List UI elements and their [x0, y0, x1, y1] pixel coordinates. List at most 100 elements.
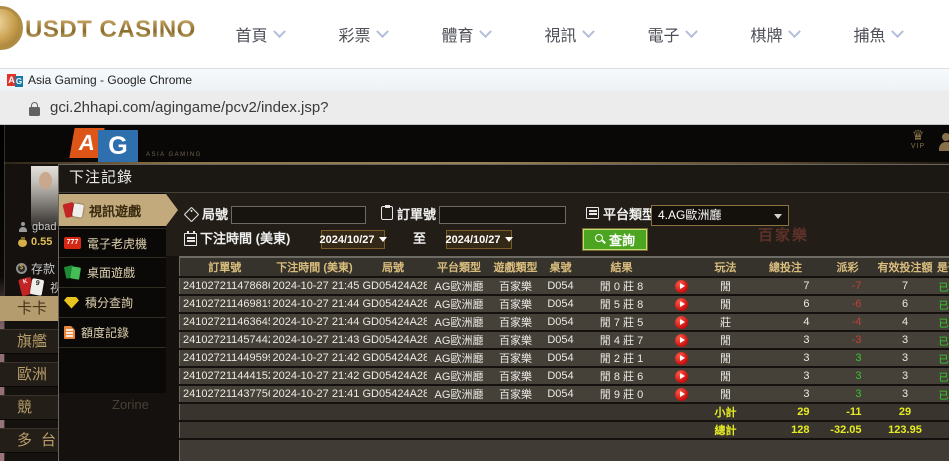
cell-empty — [270, 439, 360, 461]
cell-game-type: 百家樂 — [492, 367, 540, 385]
chevron-down-icon — [685, 25, 698, 38]
cell-result: 閒 4 莊 7 — [582, 331, 662, 349]
hall-item[interactable]: 歐洲 — [0, 362, 58, 387]
nav-item-label: 捕魚 — [853, 22, 885, 46]
hall-item[interactable]: 多台 — [0, 428, 58, 453]
cell-result: 閒 2 莊 1 — [582, 349, 662, 367]
nav-item-彩票[interactable]: 彩票 — [311, 0, 414, 68]
cell-bet-type: 莊 — [702, 313, 750, 331]
cell-empty — [582, 421, 662, 439]
replay-play-icon[interactable] — [675, 316, 688, 329]
coin-icon: $ — [16, 263, 27, 274]
menu-item-桌面遊戲[interactable]: 桌面遊戲 — [59, 258, 166, 288]
round-input[interactable] — [231, 206, 366, 224]
chevron-down-icon — [479, 25, 492, 38]
cell-status: 已派彩 — [937, 277, 949, 295]
cell-empty — [662, 421, 702, 439]
favicon-letter-g: G — [15, 76, 23, 87]
cell-empty — [937, 439, 949, 461]
cell-game-type: 百家樂 — [492, 385, 540, 403]
column-header: 玩法 — [702, 257, 750, 277]
cell-platform: AG歐洲廳 — [427, 295, 492, 313]
cell-empty — [180, 403, 270, 421]
column-header: 遊戲類型 — [492, 257, 540, 277]
date-from-picker[interactable]: 2024/10/27 — [321, 230, 385, 249]
cell-payout: -7 — [822, 277, 874, 295]
hall-item[interactable]: 競 — [0, 395, 58, 420]
menu-item-額度記錄[interactable]: 額度記錄 — [59, 318, 166, 348]
cell-empty — [822, 439, 874, 461]
replay-play-icon[interactable] — [675, 370, 688, 383]
cell-replay — [662, 313, 702, 331]
cell-round-no: GD05424A2802U — [360, 385, 427, 403]
nav-item-體育[interactable]: 體育 — [414, 0, 517, 68]
nav-item-label: 彩票 — [338, 22, 370, 46]
playing-cards-icon: K 9 — [20, 277, 46, 297]
table-row: 2410272114636452024-10-27 21:44:19GD0542… — [180, 313, 949, 331]
platform-selected-value: 4.AG歐洲廳 — [658, 208, 721, 222]
hall-item[interactable]: 卡卡 — [0, 296, 58, 321]
menu-item-電子老虎機[interactable]: 777電子老虎機 — [59, 228, 166, 258]
username: gbad — [32, 221, 56, 233]
cell-payout: -3 — [822, 331, 874, 349]
cell-summary-label: 小計 — [702, 403, 750, 421]
hall-item[interactable]: 旗艦 — [0, 329, 58, 354]
chrome-urlbar[interactable]: gci.2hhapi.com/agingame/pcv2/index.jsp? — [0, 91, 949, 125]
nav-item-視訊[interactable]: 視訊 — [517, 0, 620, 68]
cell-valid-bet: 3 — [874, 331, 937, 349]
platform-select[interactable]: 4.AG歐洲廳 — [651, 205, 789, 226]
ag-header: A G ASIA GAMING ♛ VIP — [0, 125, 949, 162]
cell-empty — [662, 439, 702, 461]
nav-item-棋牌[interactable]: 棋牌 — [723, 0, 826, 68]
cell-game-type: 百家樂 — [492, 331, 540, 349]
ag-page: A G ASIA GAMING ♛ VIP gbad 0.55 $ 存款 K 9… — [0, 125, 949, 461]
cell-total-bet: 3 — [750, 349, 822, 367]
deposit-row[interactable]: $ 存款 — [16, 260, 55, 277]
vip-badge[interactable]: ♛ VIP — [905, 128, 931, 150]
date-to-picker[interactable]: 2024/10/27 — [446, 230, 512, 249]
column-header: 下注時間 (美東) — [270, 257, 360, 277]
cell-platform: AG歐洲廳 — [427, 277, 492, 295]
cell-total-bet: 3 — [750, 385, 822, 403]
cell-order-no: 241027211449599 — [180, 349, 270, 367]
balance: 0.55 — [31, 236, 52, 248]
cell-result: 閒 0 莊 8 — [582, 277, 662, 295]
search-button[interactable]: 查詢 — [583, 229, 647, 250]
nav-item-首頁[interactable]: 首頁 — [208, 0, 311, 68]
nav-item-label: 體育 — [441, 22, 473, 46]
person-icon[interactable] — [939, 133, 949, 155]
video-games-row[interactable]: K 9 视 — [20, 277, 62, 297]
url-text[interactable]: gci.2hhapi.com/agingame/pcv2/index.jsp? — [50, 91, 329, 124]
cell-replay — [662, 331, 702, 349]
replay-play-icon[interactable] — [675, 352, 688, 365]
nav-item-捕魚[interactable]: 捕魚 — [826, 0, 929, 68]
chevron-down-icon — [582, 25, 595, 38]
cell-empty — [360, 421, 427, 439]
cell-bet-time: 2024-10-27 21:42:09 — [270, 367, 360, 385]
replay-play-icon[interactable] — [675, 388, 688, 401]
cell-table-no: D054 — [540, 313, 582, 331]
cell-bet-type: 閒 — [702, 331, 750, 349]
menu-item-label: 積分查詢 — [85, 294, 133, 311]
replay-play-icon[interactable] — [675, 298, 688, 311]
cell-table-no: D054 — [540, 295, 582, 313]
round-label: 局號 — [202, 205, 228, 225]
nav-item-電子[interactable]: 電子 — [620, 0, 723, 68]
cell-replay — [662, 349, 702, 367]
cell-status: 已派彩 — [937, 349, 949, 367]
menu-item-video-games[interactable]: 視訊遊戲 — [59, 194, 166, 226]
column-header: 總投注 — [750, 257, 822, 277]
cell-platform: AG歐洲廳 — [427, 349, 492, 367]
cell-result: 閒 9 莊 0 — [582, 385, 662, 403]
order-input[interactable] — [439, 206, 566, 224]
cell-payout: -4 — [822, 313, 874, 331]
replay-play-icon[interactable] — [675, 280, 688, 293]
cell-bet-type: 閒 — [702, 385, 750, 403]
cell-summary-valid: 29 — [874, 403, 937, 421]
cell-valid-bet: 3 — [874, 349, 937, 367]
menu-item-積分查詢[interactable]: 積分查詢 — [59, 288, 166, 318]
chevron-down-icon — [273, 25, 286, 38]
replay-play-icon[interactable] — [675, 334, 688, 347]
chrome-titlebar[interactable]: A G Asia Gaming - Google Chrome — [0, 68, 949, 91]
balance-row: 0.55 — [18, 236, 52, 248]
